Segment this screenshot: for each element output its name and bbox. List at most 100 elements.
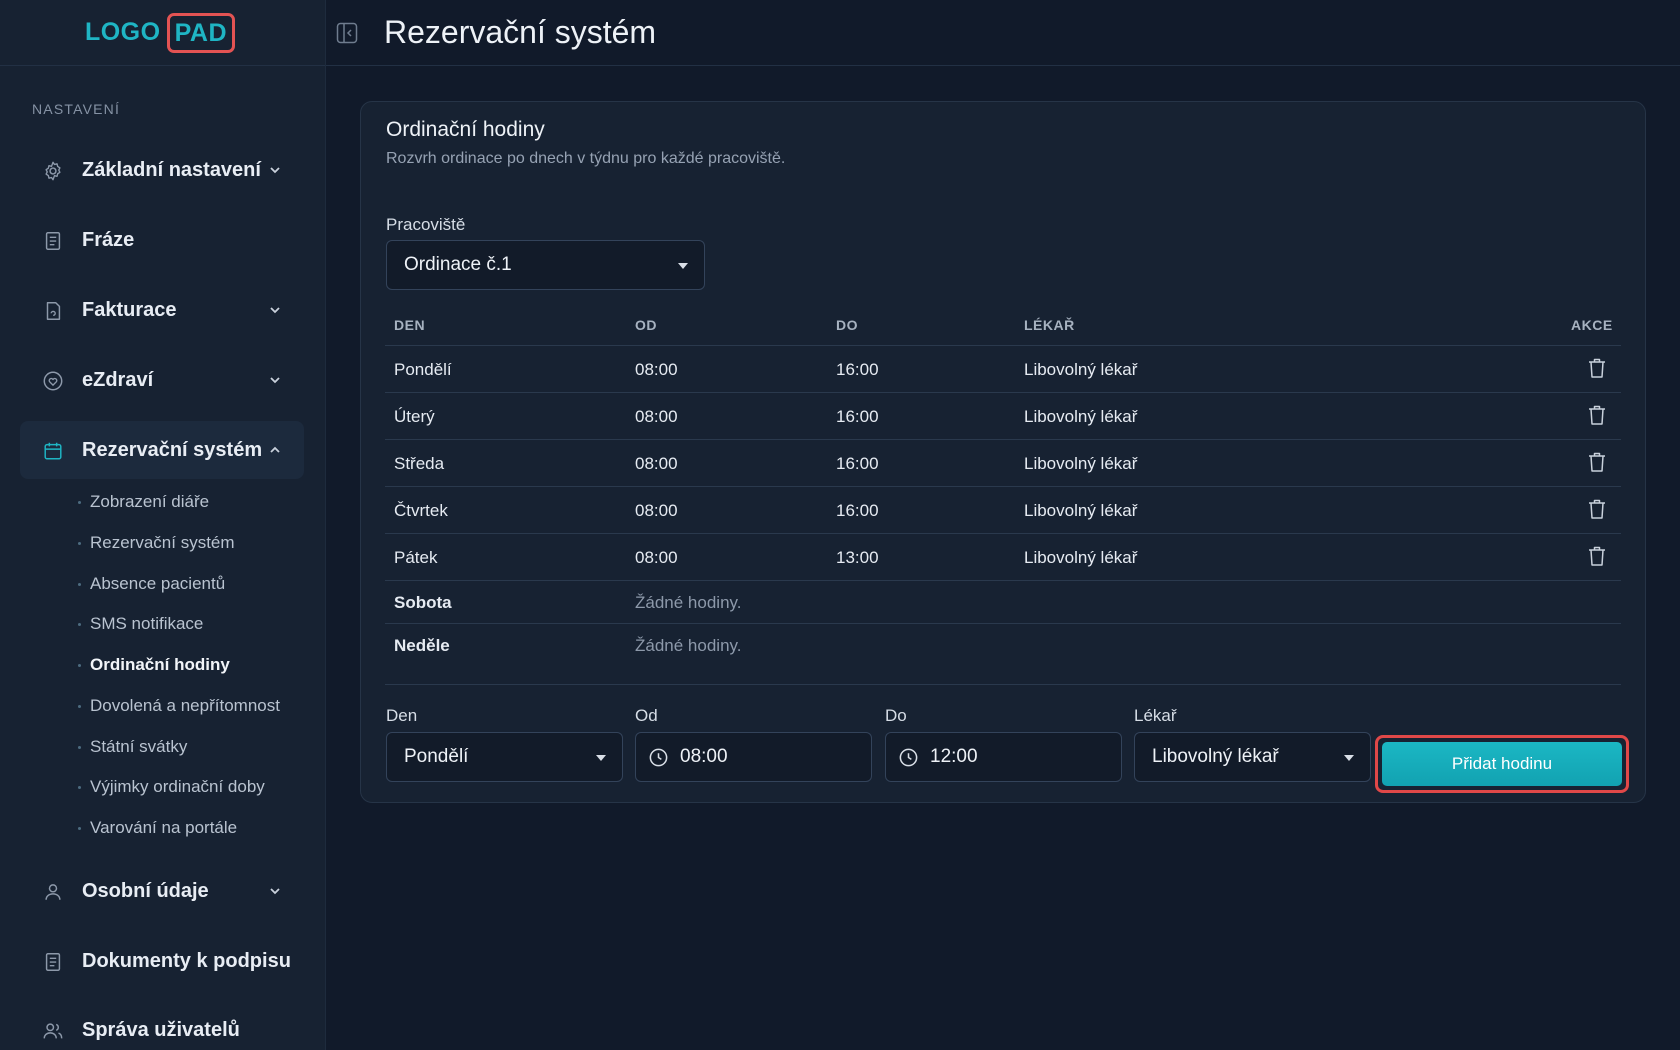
trash-icon[interactable] xyxy=(1587,357,1607,379)
cell-day: Pondělí xyxy=(394,360,452,379)
caret-down-icon xyxy=(678,263,688,269)
sidebar-item-label: Základní nastavení xyxy=(82,158,261,181)
cell-doctor: Libovolný lékař xyxy=(1024,407,1138,426)
cell-to: 13:00 xyxy=(836,548,879,567)
from-time-input[interactable]: 08:00 xyxy=(635,732,872,782)
cell-doctor: Libovolný lékař xyxy=(1024,501,1138,520)
cell-from: 08:00 xyxy=(635,501,678,520)
cell-from: 08:00 xyxy=(635,548,678,567)
bullet-dot xyxy=(78,542,81,545)
column-header-doctor: LÉKAŘ xyxy=(1024,317,1075,333)
card-title: Ordinační hodiny xyxy=(386,118,545,141)
cell-day: Úterý xyxy=(394,407,435,426)
sidebar-item-label: Fakturace xyxy=(82,298,177,321)
sidebar-item-label: Správa uživatelů xyxy=(82,1018,240,1041)
cell-to: 16:00 xyxy=(836,501,879,520)
sidebar-collapse-icon[interactable] xyxy=(336,22,358,44)
subitem-label: Ordinační hodiny xyxy=(90,655,230,674)
subitem-label: Rezervační systém xyxy=(90,533,235,552)
column-header-to: DO xyxy=(836,317,858,333)
section-label: NASTAVENÍ xyxy=(32,101,121,117)
logo-text: LOGO xyxy=(84,18,161,46)
sidebar-item-invoicing[interactable]: Fakturace xyxy=(20,281,304,339)
cell-from: 08:00 xyxy=(635,454,678,473)
to-time-input[interactable]: 12:00 xyxy=(885,732,1122,782)
sidebar-item-user-management[interactable]: Správa uživatelů xyxy=(20,1001,304,1050)
trash-icon[interactable] xyxy=(1587,404,1607,426)
trash-icon[interactable] xyxy=(1587,451,1607,473)
doctor-select[interactable]: Libovolný lékař xyxy=(1134,732,1371,782)
divider xyxy=(385,684,1621,685)
add-hour-button[interactable]: Přidat hodinu xyxy=(1382,742,1622,786)
subitem-label: Zobrazení diáře xyxy=(90,492,210,511)
cell-doctor: Libovolný lékař xyxy=(1024,548,1138,567)
document-icon xyxy=(45,953,61,971)
day-select[interactable]: Pondělí xyxy=(386,732,623,782)
subitem-label: Varování na portále xyxy=(90,818,238,837)
cell-doctor: Libovolný lékař xyxy=(1024,454,1138,473)
sidebar-item-reservation-system[interactable]: Rezervační systém xyxy=(20,421,304,479)
users-icon xyxy=(43,1023,63,1039)
subitem-label: Absence pacientů xyxy=(90,574,226,593)
divider xyxy=(385,392,1621,393)
workplace-value: Ordinace č.1 xyxy=(404,254,512,275)
logo-bar: LOGO PAD xyxy=(0,0,325,66)
subitem-label: Dovolená a nepřítomnost xyxy=(90,696,280,715)
chevron-down-icon xyxy=(270,307,280,314)
to-label: Do xyxy=(885,706,907,725)
sidebar-item-documents-to-sign[interactable]: Dokumenty k podpisu xyxy=(20,932,304,990)
sidebar-item-label: eZdraví xyxy=(82,368,154,391)
divider xyxy=(385,533,1621,534)
chevron-down-icon xyxy=(270,888,280,895)
sidebar-item-label: Fráze xyxy=(82,228,135,251)
sidebar-item-label: Osobní údaje xyxy=(82,879,209,902)
cell-to: 16:00 xyxy=(836,454,879,473)
cell-to: 16:00 xyxy=(836,407,879,426)
clock-icon xyxy=(649,748,668,767)
bullet-dot xyxy=(78,501,81,504)
subitem-label: SMS notifikace xyxy=(90,614,204,633)
heart-icon xyxy=(43,371,63,391)
chevron-up-icon xyxy=(270,446,280,453)
user-icon xyxy=(45,884,61,900)
bullet-dot xyxy=(78,664,81,667)
sidebar-item-label: Rezervační systém xyxy=(82,438,263,461)
workplace-label: Pracoviště xyxy=(386,215,466,234)
cell-from: 08:00 xyxy=(635,360,678,379)
logo[interactable]: LOGO PAD xyxy=(84,12,236,53)
trash-icon[interactable] xyxy=(1587,498,1607,520)
caret-down-icon xyxy=(1344,755,1354,761)
sidebar: LOGO PAD NASTAVENÍ Základní nastavení Fr… xyxy=(0,0,326,1050)
column-header-from: OD xyxy=(635,317,657,333)
divider xyxy=(385,486,1621,487)
bullet-dot xyxy=(78,583,81,586)
column-header-day: DEN xyxy=(394,317,426,333)
cell-from: 08:00 xyxy=(635,407,678,426)
doctor-value: Libovolný lékař xyxy=(1152,746,1279,767)
sidebar-item-phrases[interactable]: Fráze xyxy=(20,211,304,269)
trash-icon[interactable] xyxy=(1587,545,1607,567)
divider xyxy=(385,439,1621,440)
day-value: Pondělí xyxy=(404,746,469,767)
bullet-dot xyxy=(78,827,81,830)
sidebar-item-ezdravi[interactable]: eZdraví xyxy=(20,351,304,409)
cell-day: Středa xyxy=(394,454,445,473)
cell-day: Neděle xyxy=(394,636,450,655)
workplace-select[interactable]: Ordinace č.1 xyxy=(386,240,705,290)
calendar-icon xyxy=(44,442,62,460)
sidebar-item-personal-data[interactable]: Osobní údaje xyxy=(20,862,304,920)
cell-day: Pátek xyxy=(394,548,438,567)
gear-icon xyxy=(45,161,61,181)
bullet-dot xyxy=(78,786,81,789)
page-title: Rezervační systém xyxy=(384,14,657,50)
add-hour-button-highlight: Přidat hodinu xyxy=(1375,735,1629,793)
sidebar-item-basic-settings[interactable]: Základní nastavení xyxy=(20,141,304,199)
office-hours-card: Ordinační hodiny Rozvrh ordinace po dnec… xyxy=(360,101,1646,803)
invoice-icon xyxy=(46,302,61,320)
divider xyxy=(385,580,1621,581)
to-time-value: 12:00 xyxy=(930,746,978,767)
divider xyxy=(385,623,1621,624)
divider xyxy=(385,345,1621,346)
logo-pad: PAD xyxy=(166,12,236,53)
from-label: Od xyxy=(635,706,658,725)
